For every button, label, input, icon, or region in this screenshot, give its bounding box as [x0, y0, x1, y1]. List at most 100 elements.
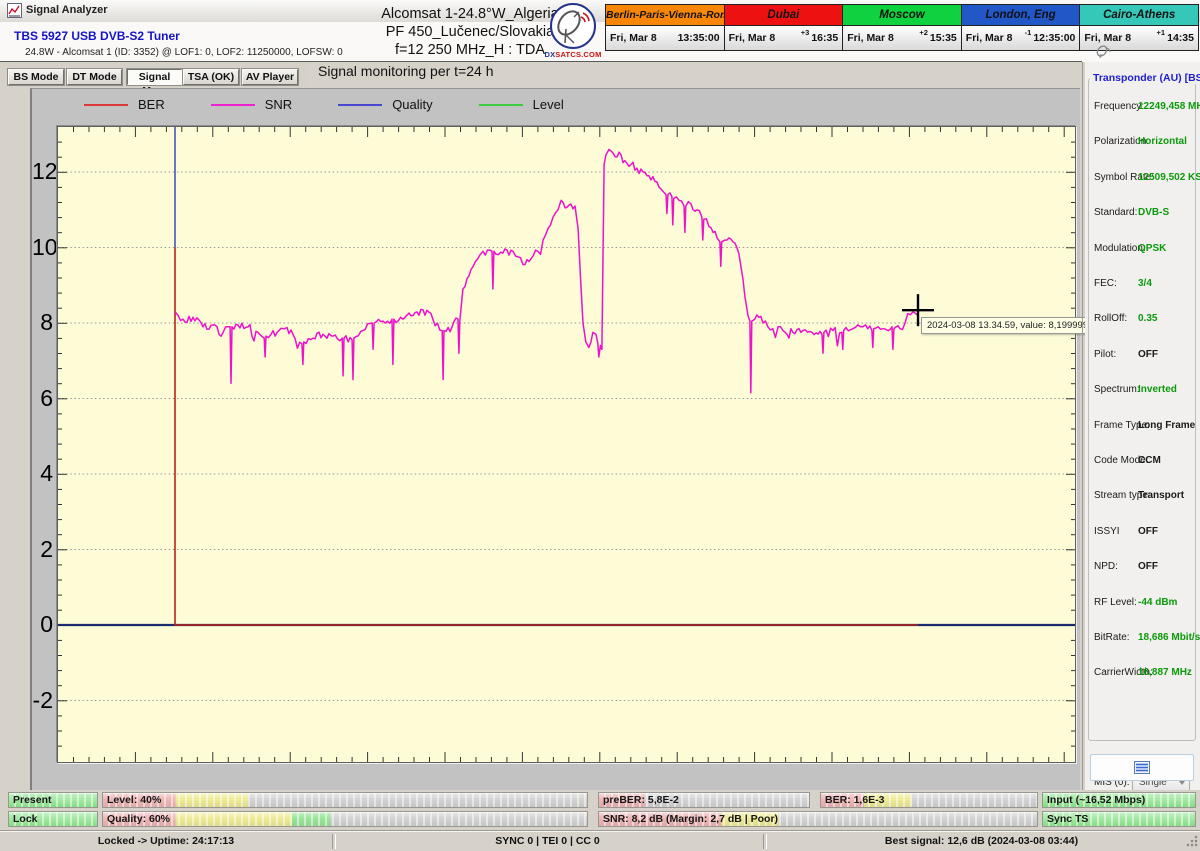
- signal-plot[interactable]: [57, 126, 1076, 763]
- legend-item-quality: Quality: [338, 97, 433, 112]
- mini-dish-icon: [1094, 45, 1112, 63]
- tp-value-rolloff: 0.35: [1138, 313, 1158, 325]
- y-tick-8: 8: [40, 309, 53, 335]
- meter-quality: Quality: 60%: [102, 811, 588, 827]
- meter-ber: BER: 1,6E-3: [820, 792, 1038, 808]
- clock-time: 12:35:00: [1033, 32, 1076, 44]
- status-bar: Locked -> Uptime: 24:17:13 SYNC 0 | TEI 0…: [0, 831, 1200, 850]
- tab-tsa-ok[interactable]: TSA (OK): [182, 68, 240, 86]
- clock-time: 13:35:00: [677, 32, 720, 44]
- tp-value-stream-type: Transport: [1138, 490, 1185, 502]
- tab-bs-mode[interactable]: BS Mode: [7, 68, 65, 86]
- legend-item-ber: BER: [84, 97, 165, 112]
- signal-chart-svg: [58, 127, 1075, 762]
- dxsatcs-logo: DXSATCS.COM: [544, 3, 602, 63]
- legend-label: BER: [138, 97, 165, 112]
- meter-present: Present: [8, 792, 98, 808]
- tp-value-bitrate: 18,686 Mbit/s: [1138, 632, 1200, 643]
- clock-cairo-athens: Cairo-Athens Fri, Mar 8 +1 14:35: [1080, 5, 1198, 50]
- tp-value-frequency: 12249,458 MHz: [1138, 101, 1200, 112]
- clock-utc-offset: +2: [919, 28, 928, 37]
- status-section-0: Locked -> Uptime: 24:17:13: [97, 835, 235, 847]
- clock-utc-offset: +3: [800, 28, 810, 37]
- tp-value-carrierwidth: 16,887 MHz: [1138, 667, 1192, 679]
- legend-swatch: [478, 103, 523, 106]
- tp-value-issyi: OFF: [1138, 525, 1158, 537]
- legend-label: SNR: [264, 97, 293, 112]
- tp-value-rf-level: -44 dBm: [1138, 596, 1178, 608]
- clock-time: 16:35: [811, 32, 839, 44]
- clock-date: Fri, Mar 8: [728, 32, 776, 44]
- tp-value-code-mode: CCM: [1138, 455, 1161, 466]
- app-icon: [7, 3, 22, 23]
- legend-label: Quality: [392, 97, 433, 112]
- clock-utc-offset: -1: [1024, 28, 1032, 37]
- meter-input-16-52-mbps: Input (~16,52 Mbps): [1042, 792, 1196, 808]
- meter-level: Level: 40%: [102, 792, 588, 808]
- tp-value-polarization: Horizontal: [1138, 136, 1187, 148]
- status-section-1: SYNC 0 | TEI 0 | CC 0: [495, 835, 600, 847]
- transponder-groupbox-title: Transponder (AU) [BS]: [1090, 72, 1200, 84]
- status-section-2: Best signal: 12,6 dB (2024-03-08 03:44): [884, 835, 1079, 847]
- clock-time-row: Fri, Mar 8 -1 12:35:00: [961, 26, 1080, 50]
- clock-city: Cairo-Athens: [1080, 5, 1198, 26]
- clock-time: 15:35: [929, 32, 957, 44]
- y-tick-2: 2: [40, 535, 53, 562]
- tab-signal-mon[interactable]: Signal Mon.: [126, 68, 183, 97]
- tab-av-player[interactable]: AV Player: [241, 68, 299, 86]
- legend-item-level: Level: [478, 97, 564, 112]
- tuner-title[interactable]: TBS 5927 USB DVB-S2 Tuner: [14, 29, 180, 43]
- legend-swatch: [210, 103, 255, 106]
- tp-label-spectrum: Spectrum:: [1094, 384, 1140, 396]
- tab-dt-mode[interactable]: DT Mode: [66, 68, 123, 86]
- clock-time: 14:35: [1167, 32, 1194, 44]
- y-tick-0: 0: [40, 611, 53, 637]
- legend-item-snr: SNR: [210, 97, 293, 112]
- logo-text: DXSATCS.COM: [544, 50, 602, 59]
- y-tick-6: 6: [40, 384, 53, 411]
- meter-snr: SNR: 8,2 dB (Margin: 2,7 dB | Poor): [598, 811, 1038, 827]
- signal-meters: Present Level: 40% preBER: 5,8E-2 BER: 1,6E…: [0, 790, 1200, 831]
- satellite-dish-logo-icon: [550, 3, 596, 49]
- panel-divider: [1082, 62, 1083, 790]
- tp-label-rf-level: RF Level:: [1094, 596, 1137, 608]
- tp-label-fec: FEC:: [1094, 278, 1117, 289]
- ts-list-button[interactable]: [1090, 754, 1194, 781]
- tp-value-pilot: OFF: [1138, 348, 1158, 360]
- clock-date: Fri, Mar 8: [847, 32, 894, 44]
- clock-dubai: Dubai Fri, Mar 8 +3 16:35: [724, 5, 844, 50]
- meter-sync-ts: Sync TS: [1042, 811, 1196, 827]
- chart-panel: BER SNR Quality Level 12 10 8 6 4 2 0 -2 2024-03-0…: [30, 88, 1137, 790]
- tp-label-bitrate: BitRate:: [1094, 632, 1130, 643]
- tp-value-npd: OFF: [1138, 561, 1158, 573]
- window-title: Signal Analyzer: [26, 4, 108, 16]
- meter-lock: Lock: [8, 811, 98, 827]
- transponder-panel: Transponder (AU) [BS] Frequency: 12249,45…: [1085, 62, 1200, 792]
- chevron-down-icon: [1179, 781, 1185, 785]
- clock-moscow: Moscow Fri, Mar 8 +2 15:35: [843, 5, 962, 50]
- tp-value-standard: DVB-S: [1138, 207, 1170, 219]
- clock-utc-offset: +1: [1156, 28, 1166, 37]
- clock-time-row: Fri, Mar 8 +2 15:35: [843, 26, 961, 50]
- ts-list-icon: [1134, 761, 1150, 774]
- tp-value-symbol-rate: 12509,502 KS/s: [1138, 171, 1200, 183]
- tp-value-frame-type: Long Frame: [1138, 419, 1196, 431]
- y-tick--2: -2: [32, 686, 53, 713]
- clock-time-row: Fri, Mar 8 13:35:00: [606, 26, 724, 50]
- clock-date: Fri, Mar 8: [1084, 32, 1132, 44]
- y-tick-10: 10: [32, 233, 58, 260]
- tp-value-fec: 3/4: [1138, 278, 1152, 289]
- tp-label-npd: NPD:: [1094, 561, 1118, 573]
- meter-preber: preBER: 5,8E-2: [598, 792, 810, 808]
- y-tick-12: 12: [32, 158, 58, 184]
- world-clocks: Berlin-Paris-Vienna-Roma Fri, Mar 8 13:35:…: [605, 4, 1199, 51]
- clock-berlin-paris-vienna-roma: Berlin-Paris-Vienna-Roma Fri, Mar 8 13:35:…: [606, 5, 725, 50]
- legend-swatch: [84, 103, 128, 106]
- tp-value-spectrum: Inverted: [1138, 384, 1177, 396]
- clock-city: Moscow: [843, 5, 961, 26]
- clock-date: Fri, Mar 8: [610, 32, 657, 44]
- legend-label: Level: [532, 97, 564, 112]
- clock-city: Berlin-Paris-Vienna-Roma: [606, 5, 724, 26]
- tp-label-frequency: Frequency:: [1094, 101, 1145, 112]
- tp-label-pilot: Pilot:: [1094, 348, 1117, 360]
